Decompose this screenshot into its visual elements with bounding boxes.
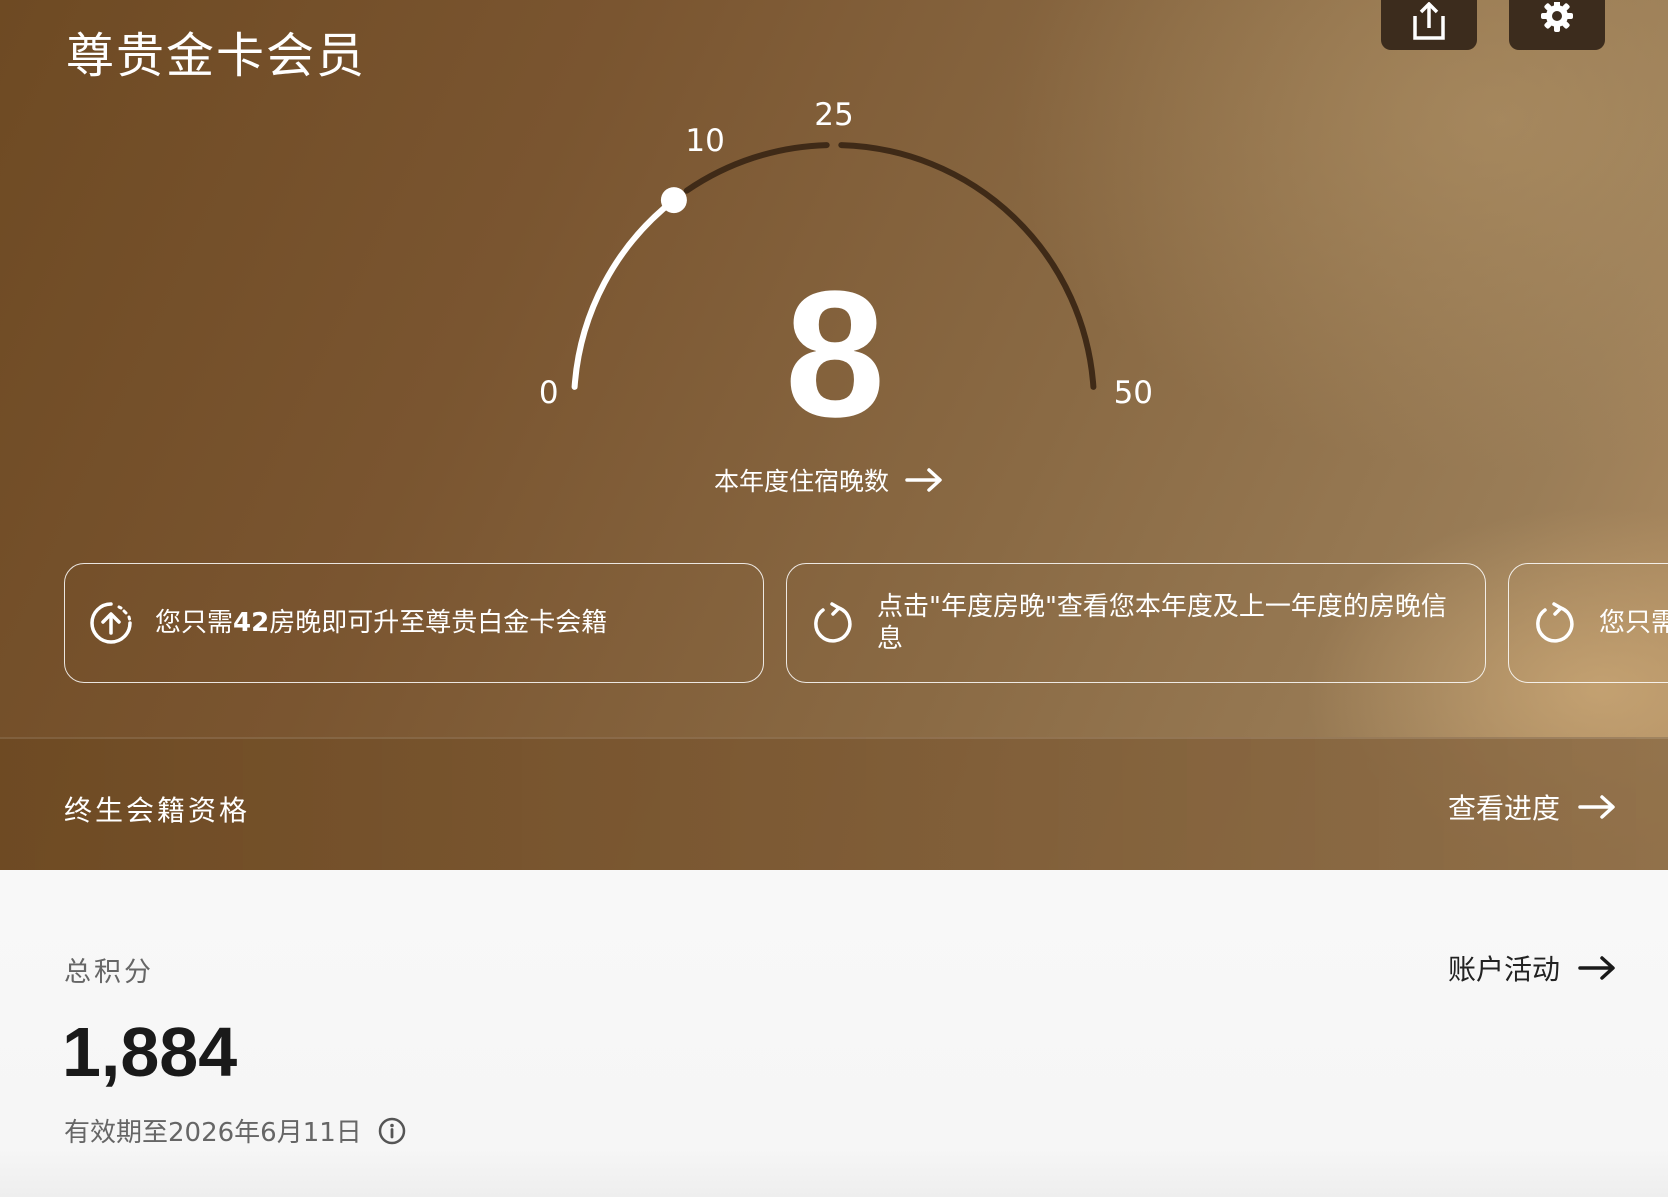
annual-nights-link[interactable]: 本年度住宿晚数 xyxy=(714,462,943,498)
annual-nights-caption: 本年度住宿晚数 xyxy=(714,467,890,496)
gauge-tick-label: 10 xyxy=(685,122,725,159)
view-progress-label: 查看进度 xyxy=(1447,792,1560,825)
refresh-icon xyxy=(811,601,855,645)
annual-nights-tip-text: 点击"年度房晚"查看您本年度及上一年度的房晚信息 xyxy=(877,592,1447,654)
tip-card-partial-text: 您只需 xyxy=(1599,608,1668,638)
total-points-label: 总积分 xyxy=(64,957,154,988)
upgrade-tip-card[interactable]: 您只需42房晚即可升至尊贵白金卡会籍 xyxy=(64,563,764,683)
account-activity-link[interactable]: 账户活动 xyxy=(1448,948,1616,988)
upgrade-tip-text: 您只需42房晚即可升至尊贵白金卡会籍 xyxy=(155,608,608,638)
refresh-icon xyxy=(1533,601,1577,645)
view-progress-link[interactable]: 查看进度 xyxy=(1448,787,1616,827)
gauge-progress-knob xyxy=(660,187,687,214)
points-section: 总积分 账户活动 1,884 有效期至2026年6月11日 xyxy=(0,870,1668,1197)
membership-hero: 尊贵金卡会员 0 10 25 50 8 本年度住宿晚数 您只需42房晚即可升至尊… xyxy=(0,0,1668,870)
total-points-value: 1,884 xyxy=(62,1013,238,1091)
lifetime-status-title: 终生会籍资格 xyxy=(64,794,251,827)
arrow-right-icon xyxy=(905,468,942,492)
current-nights-value: 8 xyxy=(784,254,886,455)
upgrade-arrow-icon xyxy=(89,601,133,645)
points-expiry-text: 有效期至2026年6月11日 xyxy=(64,1118,362,1148)
annual-nights-tip-card[interactable]: 点击"年度房晚"查看您本年度及上一年度的房晚信息 xyxy=(786,563,1486,683)
account-activity-label: 账户活动 xyxy=(1447,953,1560,986)
arrow-right-icon xyxy=(1578,956,1615,980)
points-expiry: 有效期至2026年6月11日 xyxy=(64,1112,406,1149)
gauge-tick-label: 25 xyxy=(814,97,854,133)
info-icon[interactable] xyxy=(378,1117,406,1145)
arrow-right-icon xyxy=(1578,795,1615,819)
gauge-tick-label: 0 xyxy=(538,375,559,412)
gauge-tick-label: 50 xyxy=(1113,375,1154,412)
tip-card-partial[interactable]: 您只需 xyxy=(1508,563,1668,683)
lifetime-status-row: 终生会籍资格 查看进度 xyxy=(0,737,1668,870)
gauge-progress-arc xyxy=(571,197,677,390)
